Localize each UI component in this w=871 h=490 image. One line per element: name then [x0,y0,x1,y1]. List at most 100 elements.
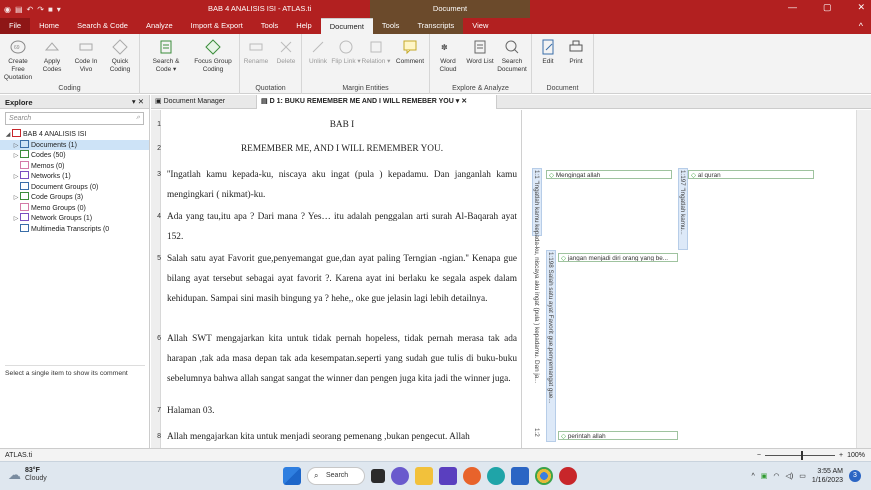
new-icon[interactable]: ■ [48,5,53,14]
tree-item[interactable]: ◢ BAB 4 ANALISIS ISI [0,129,149,140]
save-icon[interactable]: ▤ [15,5,23,14]
tab-menu-icon[interactable]: ▾ [456,98,460,105]
tab-transcripts[interactable]: Transcripts [408,18,464,34]
explore-panel-controls[interactable]: ▾ ✕ [132,97,144,106]
document-view[interactable]: 1 BAB I 2 REMEMBER ME, AND I WILL REMEMBER … [151,110,521,448]
taskbar-search[interactable]: ⌕ Search [307,467,365,485]
document-paragraph[interactable]: ''Ingatlah kamu kepada-ku, niscaya aku i… [167,166,517,206]
search-code-icon [160,40,172,54]
tree-item[interactable]: Document Groups (0) [0,181,149,193]
tree-item[interactable]: ▷ Codes (50) [0,150,149,161]
tab-search-code[interactable]: Search & Code [68,18,137,34]
margin-area[interactable]: 1:1 ''Ingatlah kamu kepada-ku, niscaya a… [521,110,856,448]
tab-analyze[interactable]: Analyze [137,18,182,34]
minimize-button[interactable]: — [788,2,797,13]
tab-help[interactable]: Help [287,18,320,34]
document-paragraph[interactable]: Halaman 03. [167,402,517,422]
wifi-icon[interactable]: ◠ [773,472,779,480]
tab-home[interactable]: Home [30,18,68,34]
windows-start-icon[interactable] [283,467,301,485]
apply-codes-button[interactable]: Apply Codes [36,38,68,74]
weather-widget[interactable]: ☁ 83°F Cloudy [8,467,47,483]
tree-item[interactable]: ▷ Network Groups (1) [0,213,149,224]
vertical-scrollbar[interactable] [856,110,871,448]
maximize-button[interactable]: ▢ [823,2,832,13]
code-label-jangan-menjadi[interactable]: ◇ jangan menjadi diri orang yang be... [558,253,678,262]
explore-tree: ◢ BAB 4 ANALISIS ISI ▷ Documents (1) ▷ Codes … [0,128,149,235]
word-icon[interactable] [511,467,529,485]
document-paragraph[interactable]: BAB I [167,116,517,136]
ribbon: 69 Create Free Quotation Apply Codes Cod… [0,34,871,94]
chevron-down-icon[interactable]: ▾ [57,5,61,14]
document-paragraph[interactable]: Ada yang tau,itu apa ? Dari mana ? Yes… … [167,208,517,248]
notification-badge[interactable]: 3 [849,470,861,482]
tree-item[interactable]: Memo Groups (0) [0,202,149,214]
close-button[interactable]: ✕ [857,2,865,13]
chrome-icon[interactable] [535,467,553,485]
photos-icon[interactable] [439,467,457,485]
document-paragraph[interactable]: REMEMBER ME, AND I WILL REMEMBER YOU. [167,140,517,160]
paragraph-number: 5 [157,255,161,262]
ribbon-group-quotation: Rename Delete Quotation [240,34,302,94]
quick-coding-button[interactable]: Quick Coding [104,38,136,74]
tree-item-label: BAB 4 ANALISIS ISI [23,131,87,138]
tab-import-export[interactable]: Import & Export [182,18,252,34]
focus-group-coding-button[interactable]: Focus Group Coding [192,38,234,74]
code-in-vivo-button[interactable]: Code In Vivo [70,38,102,74]
tab-context-tools[interactable]: Tools [372,18,409,34]
flip-link-button[interactable]: Flip Link ▾ [330,38,362,66]
tab-close-icon[interactable]: ✕ [461,98,467,105]
tree-item[interactable]: ▷ Networks (1) [0,171,149,182]
search-code-button[interactable]: Search & Code ▾ [150,38,182,74]
comment-icon [403,40,417,55]
word-list-button[interactable]: Word List [464,38,496,66]
system-tray: ^ ▣ ◠ ◁) ▭ 3:55 AM 1/16/2023 3 [751,467,861,485]
atlas-ti-icon[interactable] [559,467,577,485]
code-icon: ◇ [561,255,566,262]
document-paragraph[interactable]: Allah mengajarkan kita untuk menjadi seo… [167,428,517,448]
firefox-icon[interactable] [463,467,481,485]
comment-button[interactable]: Comment [394,38,426,66]
comment-hint: Select a single item to show its comment [5,365,145,378]
task-view-icon[interactable] [371,469,385,483]
tab-document-manager[interactable]: ▣ Document Manager [151,95,257,109]
tab-document-d1[interactable]: ▤ D 1: BUKU REMEMBER ME AND I WILL REMEB… [257,95,497,109]
chat-icon[interactable] [391,467,409,485]
tab-document[interactable]: Document [320,18,373,34]
code-label-perintah-allah[interactable]: ◇ perintah allah [558,431,678,440]
document-paragraph[interactable]: Allah SWT mengajarkan kita untuk tidak p… [167,330,517,389]
code-label-mengingat-allah[interactable]: ◇ Mengingat allah [546,170,672,179]
file-explorer-icon[interactable] [415,467,433,485]
tree-item[interactable]: Memos (0) [0,160,149,172]
group-label-margin-entities: Margin Entities [342,85,389,92]
volume-icon[interactable]: ◁) [786,472,794,480]
word-cloud-button[interactable]: ✽ Word Cloud [432,38,464,74]
undo-icon[interactable]: ↶ [27,5,34,14]
battery-icon[interactable]: ▭ [799,472,806,480]
tree-item-icon [12,129,21,137]
print-button[interactable]: Print [560,38,592,66]
explore-search-input[interactable]: Search ⌕ [5,112,144,125]
rename-button[interactable]: Rename [240,38,272,66]
document-paragraph[interactable]: Salah satu ayat Favorit gue,penyemangat … [167,250,517,309]
redo-icon[interactable]: ↷ [37,5,44,14]
code-label-al-quran[interactable]: ◇ al quran [688,170,814,179]
antivirus-icon[interactable]: ▣ [761,472,768,480]
collapse-ribbon-button[interactable]: ^ [859,18,863,34]
tree-item[interactable]: ▷ Documents (1) [0,139,149,150]
tree-item[interactable]: Multimedia Transcripts (0 [0,223,149,235]
search-document-button[interactable]: Search Document [496,38,528,74]
tab-file[interactable]: File [0,18,31,34]
zoom-slider-knob[interactable] [801,451,803,460]
edge-icon[interactable] [487,467,505,485]
tab-view[interactable]: View [463,18,497,34]
zoom-slider[interactable] [765,451,835,460]
create-free-quotation-button[interactable]: 69 Create Free Quotation [2,38,34,82]
tab-tools[interactable]: Tools [252,18,288,34]
clock[interactable]: 3:55 AM 1/16/2023 [812,467,843,485]
tree-item[interactable]: ▷ Code Groups (3) [0,192,149,203]
show-hidden-icons-button[interactable]: ^ [751,473,754,480]
relation-button[interactable]: Relation ▾ [360,38,392,66]
delete-button[interactable]: Delete [270,38,302,66]
paragraph-number: 1 [157,121,161,128]
